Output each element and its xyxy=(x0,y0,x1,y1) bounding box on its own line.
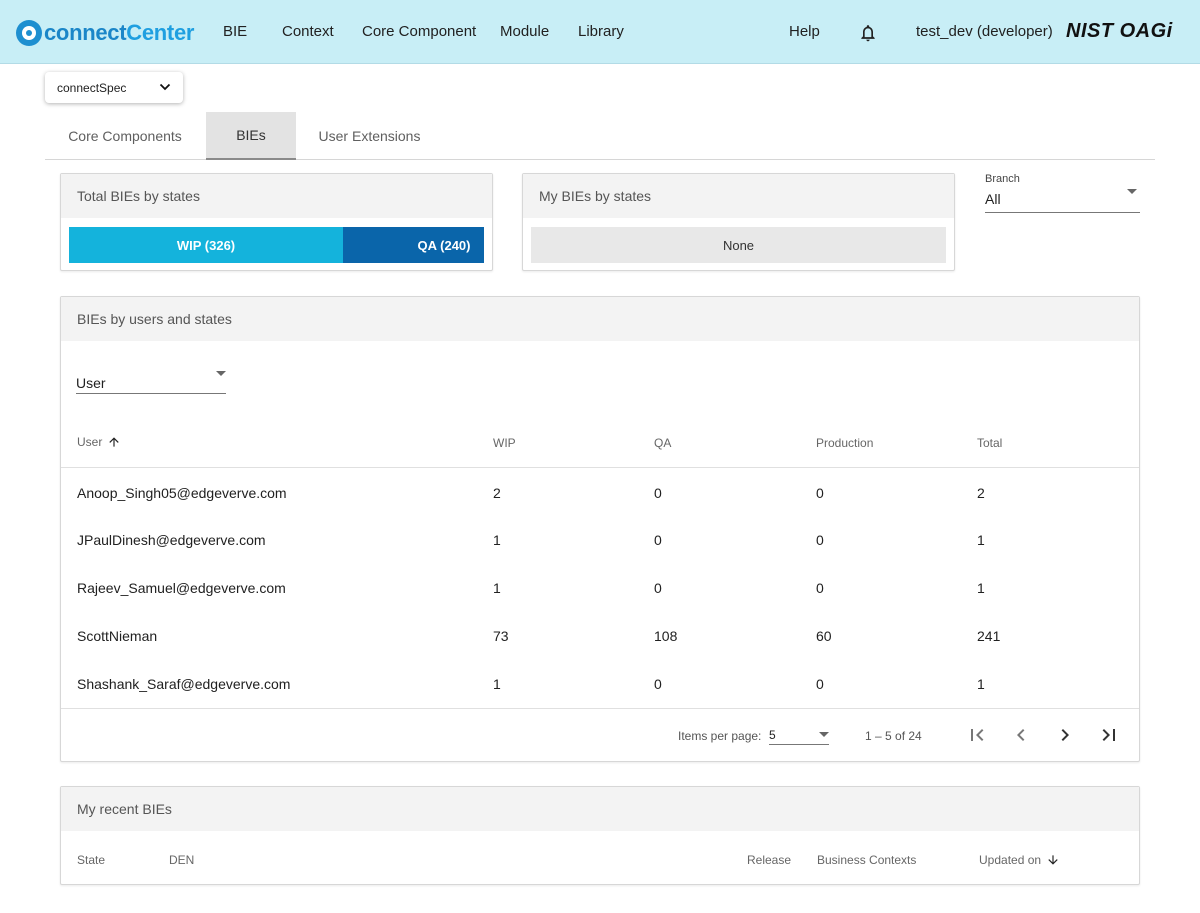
my-bies-none-bar: None xyxy=(531,227,946,263)
my-bies-title: My BIEs by states xyxy=(523,174,954,218)
logo-icon xyxy=(16,20,42,46)
table-cell-wip: 2 xyxy=(493,485,501,501)
table-row-user: Rajeev_Samuel@edgeverve.com xyxy=(77,580,286,596)
column-header-qa[interactable]: QA xyxy=(654,436,671,450)
tab-bies[interactable]: BIEs xyxy=(206,112,296,160)
column-header-business-contexts[interactable]: Business Contexts xyxy=(817,853,916,867)
nav-bie[interactable]: BIE xyxy=(223,23,247,40)
last-page-icon[interactable] xyxy=(1097,723,1121,747)
bies-by-users-title: BIEs by users and states xyxy=(61,297,1139,341)
dashboard-tabs: Core Components BIEs User Extensions xyxy=(45,112,1155,160)
notifications-bell-icon[interactable] xyxy=(858,22,878,44)
total-bies-card: Total BIEs by states WIP (326)QA (240)Pr… xyxy=(60,173,493,271)
table-cell-wip: 1 xyxy=(493,532,501,548)
column-header-user[interactable]: User xyxy=(77,435,121,449)
previous-page-icon[interactable] xyxy=(1009,723,1033,747)
table-cell-total: 1 xyxy=(977,580,985,596)
page-size-select[interactable]: 5 xyxy=(769,726,829,745)
paginator: Items per page: 5 1 – 5 of 24 xyxy=(61,708,1139,760)
column-header-release[interactable]: Release xyxy=(747,853,791,867)
logo-text-center: Center xyxy=(126,20,195,45)
nav-context[interactable]: Context xyxy=(282,23,334,40)
table-cell-production: 0 xyxy=(816,532,824,548)
release-select-value: connectSpec xyxy=(57,81,127,95)
total-bies-title: Total BIEs by states xyxy=(61,174,492,218)
next-page-icon[interactable] xyxy=(1053,723,1077,747)
my-bies-card: My BIEs by states None xyxy=(522,173,955,271)
state-segment-qa[interactable]: QA (240) xyxy=(343,227,484,263)
column-header-total[interactable]: Total xyxy=(977,436,1002,450)
items-per-page-label: Items per page: xyxy=(678,729,762,743)
chevron-down-icon xyxy=(159,83,171,91)
table-cell-wip: 1 xyxy=(493,580,501,596)
recent-bies-title: My recent BIEs xyxy=(61,787,1139,831)
dropdown-arrow-icon xyxy=(1127,189,1137,194)
connect-center-logo[interactable]: connectCenter xyxy=(16,19,194,47)
tab-user-extensions[interactable]: User Extensions xyxy=(297,112,442,160)
table-cell-total: 2 xyxy=(977,485,985,501)
column-header-state[interactable]: State xyxy=(77,853,105,867)
table-cell-wip: 1 xyxy=(493,676,501,692)
table-cell-production: 0 xyxy=(816,485,824,501)
dropdown-arrow-icon xyxy=(216,371,226,376)
column-header-wip[interactable]: WIP xyxy=(493,436,516,450)
table-cell-production: 0 xyxy=(816,676,824,692)
page-range-label: 1 – 5 of 24 xyxy=(865,729,922,743)
branch-select[interactable]: All xyxy=(985,188,1140,213)
logo-text-connect: connect xyxy=(44,20,127,45)
nist-oagi-brand-logo: NIST OAGi xyxy=(1066,20,1173,42)
nav-help[interactable]: Help xyxy=(789,23,820,40)
recent-bies-card: My recent BIEs State DEN Release Busines… xyxy=(60,786,1140,885)
arrow-up-icon xyxy=(109,437,120,447)
table-row-user: Anoop_Singh05@edgeverve.com xyxy=(77,485,287,501)
branch-select-value: All xyxy=(985,191,1001,207)
user-menu[interactable]: test_dev (developer) xyxy=(916,23,1053,40)
header-divider xyxy=(61,467,1139,468)
dropdown-arrow-icon xyxy=(819,732,829,737)
column-header-production[interactable]: Production xyxy=(816,436,873,450)
table-cell-qa: 0 xyxy=(654,676,662,692)
branch-label: Branch xyxy=(985,173,1020,185)
nav-module[interactable]: Module xyxy=(500,23,549,40)
table-cell-qa: 0 xyxy=(654,580,662,596)
release-select[interactable]: connectSpec xyxy=(45,72,183,103)
table-cell-production: 60 xyxy=(816,628,832,644)
state-segment-wip[interactable]: WIP (326) xyxy=(69,227,343,263)
bies-by-users-card: BIEs by users and states User User WIP Q… xyxy=(60,296,1140,762)
page-size-value: 5 xyxy=(769,728,776,742)
user-filter-select[interactable]: User xyxy=(76,363,226,394)
user-filter-value: User xyxy=(76,375,106,391)
table-cell-wip: 73 xyxy=(493,628,509,644)
total-bies-state-bar: WIP (326)QA (240)Production xyxy=(69,227,484,263)
column-header-updated-on[interactable]: Updated on xyxy=(979,853,1060,867)
column-header-den[interactable]: DEN xyxy=(169,853,194,867)
table-cell-qa: 0 xyxy=(654,532,662,548)
table-row-user: Shashank_Saraf@edgeverve.com xyxy=(77,676,291,692)
nav-library[interactable]: Library xyxy=(578,23,624,40)
nav-core-component[interactable]: Core Component xyxy=(362,23,476,40)
table-row-user: ScottNieman xyxy=(77,628,158,644)
arrow-down-icon xyxy=(1048,855,1058,865)
table-cell-qa: 0 xyxy=(654,485,662,501)
tab-core-components[interactable]: Core Components xyxy=(45,112,205,160)
table-row-user: JPaulDinesh@edgeverve.com xyxy=(77,532,266,548)
table-cell-total: 1 xyxy=(977,532,985,548)
top-app-bar: connectCenter BIE Context Core Component… xyxy=(0,0,1200,64)
table-cell-qa: 108 xyxy=(654,628,678,644)
table-cell-total: 1 xyxy=(977,676,985,692)
table-cell-production: 0 xyxy=(816,580,824,596)
table-cell-total: 241 xyxy=(977,628,1001,644)
first-page-icon[interactable] xyxy=(965,723,989,747)
